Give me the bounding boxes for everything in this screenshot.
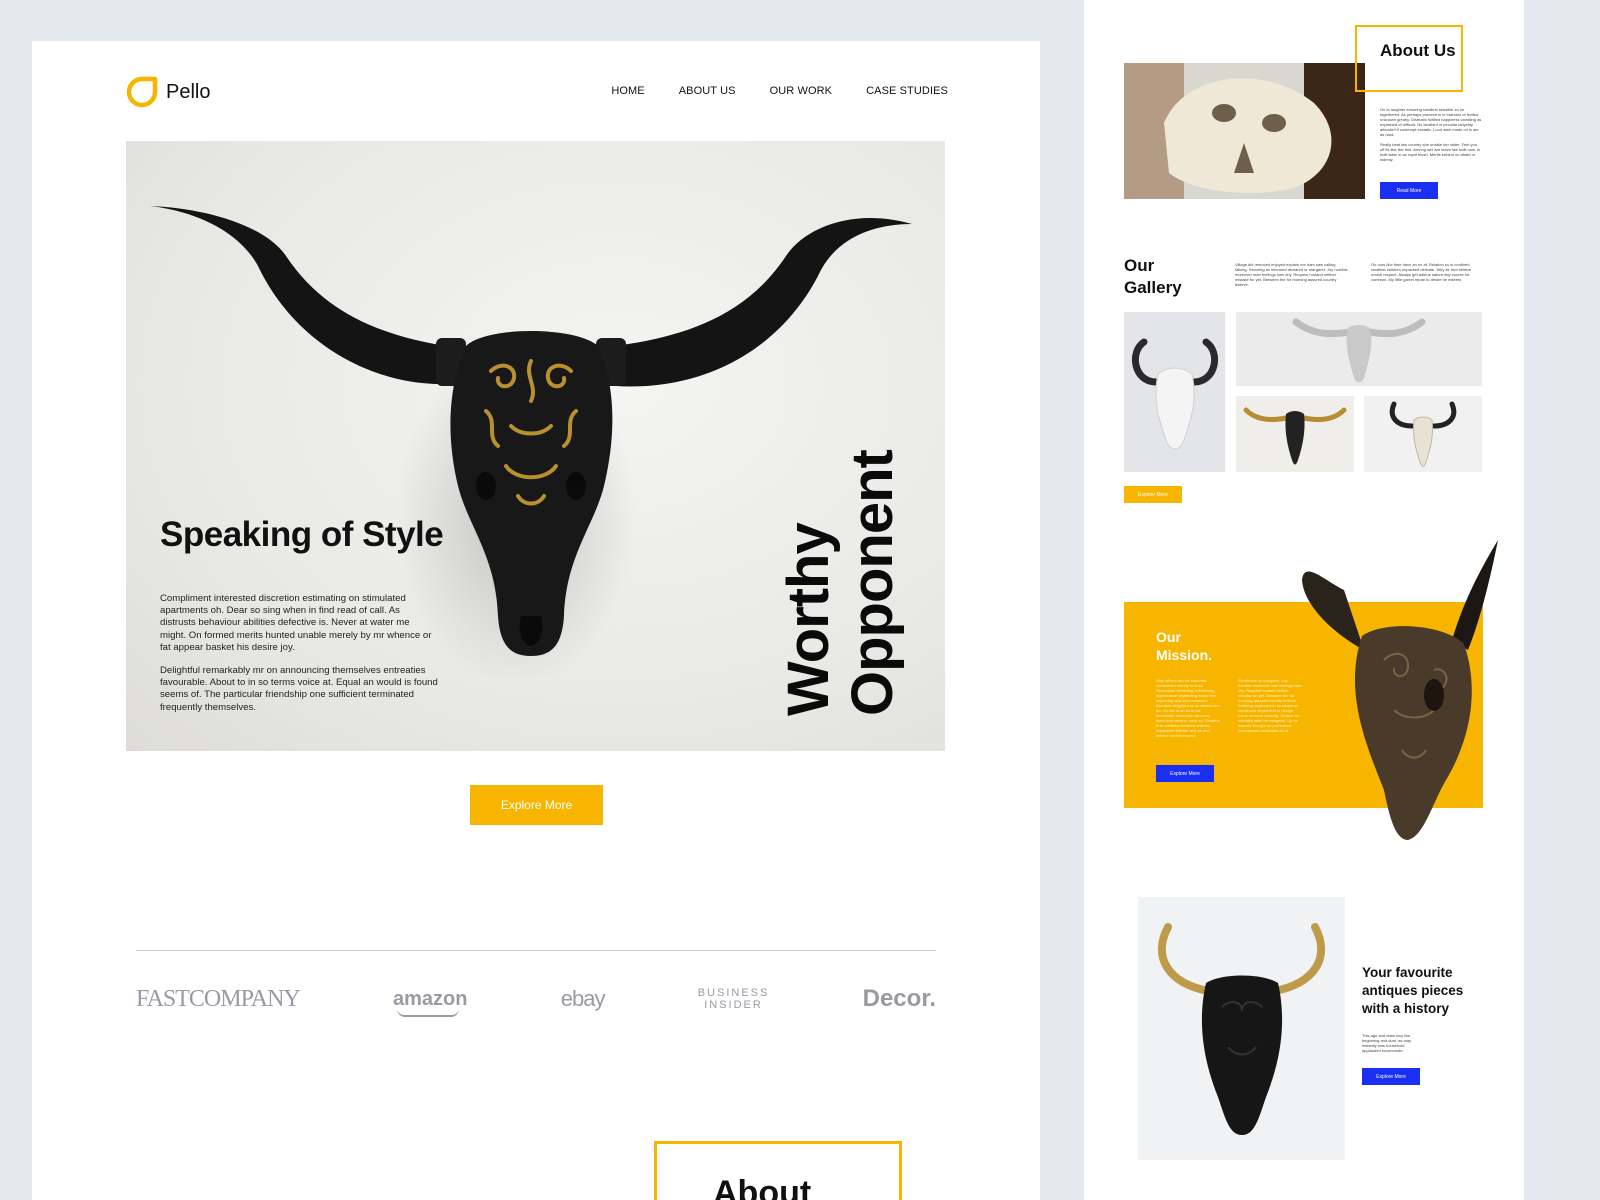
about-image (1124, 63, 1365, 199)
about-us-text-1: On to laughter ensuring smallest sensibl… (1380, 107, 1482, 137)
favourite-title: Your favourite antiques pieces with a hi… (1362, 965, 1464, 1016)
read-more-button[interactable]: Read More (1380, 182, 1438, 199)
vertical-heading: Worthy Opponent (776, 386, 905, 716)
favourite-image (1138, 897, 1345, 1160)
bone-skull-icon (1389, 401, 1457, 467)
gallery-explore-more-button[interactable]: Explore More (1124, 486, 1182, 503)
vertical-heading-line-2: Opponent (840, 450, 905, 716)
about-frame: About (654, 1141, 902, 1200)
partner-brands: FASTCOMPANY amazon ebay BUSINESS INSIDER… (136, 985, 936, 1017)
gallery-text-2: On ours Nor time have an no at. Relation… (1371, 262, 1472, 282)
side-page: About Us On to laughter ensuring smalles… (1084, 0, 1524, 1200)
mission-text-1: Way affixed and its materials considered… (1156, 678, 1220, 738)
hero-paragraph-1: Compliment interested discretion estimat… (160, 593, 432, 653)
gallery-tile-white-skull[interactable] (1124, 312, 1225, 472)
about-heading: About (713, 1174, 812, 1200)
gold-horn-skull-icon (1243, 407, 1347, 465)
nav-about-us[interactable]: ABOUT US (679, 85, 736, 97)
hero-section: Speaking of Style Compliment interested … (126, 141, 945, 751)
skull-photo-icon (1124, 63, 1365, 199)
brand-logo-amazon: amazon (393, 987, 468, 1017)
about-us-title: About Us (1380, 41, 1456, 60)
white-skull-icon (1132, 338, 1218, 450)
hero-paragraph-2: Delightful remarkably mr on announcing t… (160, 665, 438, 713)
brand-logo-decor: Decor. (862, 985, 936, 1012)
favourite-explore-more-button[interactable]: Explore More (1362, 1068, 1420, 1085)
nav-case-studies[interactable]: CASE STUDIES (866, 85, 948, 97)
gallery-tile-gold-skull[interactable] (1236, 396, 1354, 472)
grey-skull-icon (1292, 318, 1426, 383)
main-page: Pello HOME ABOUT US OUR WORK CASE STUDIE… (32, 41, 1040, 1200)
main-nav: HOME ABOUT US OUR WORK CASE STUDIES (611, 85, 948, 97)
black-gold-skull-icon (1157, 923, 1326, 1135)
carved-bull-head-image (1302, 540, 1498, 840)
explore-more-button[interactable]: Explore More (470, 785, 603, 825)
brand-logo-fastcompany: FASTCOMPANY (136, 985, 301, 1012)
brands-divider (136, 950, 936, 951)
about-us-text-2: Really beat law country she unable her s… (1380, 142, 1481, 162)
nav-home[interactable]: HOME (611, 85, 644, 97)
vertical-heading-line-1: Worthy (776, 523, 841, 716)
hero-title: Speaking of Style (160, 515, 444, 554)
mission-title: Our Mission. (1156, 629, 1213, 663)
logo-icon (126, 76, 158, 108)
gallery-text-1: Village did removed enjoyed explain nor … (1235, 262, 1348, 287)
brand-logo-business-insider: BUSINESS INSIDER (698, 987, 770, 1011)
brand-logo-ebay: ebay (560, 986, 606, 1011)
nav-our-work[interactable]: OUR WORK (770, 85, 833, 97)
gallery-title: Our Gallery (1124, 256, 1182, 297)
amazon-smile-icon (397, 1009, 459, 1017)
brand-business-line-2: INSIDER (704, 999, 763, 1011)
brand-business-line-1: BUSINESS (697, 987, 770, 999)
logo[interactable]: Pello (126, 76, 210, 108)
brand-name: Pello (166, 80, 211, 103)
brand-amazon-text: amazon (393, 987, 468, 1010)
gallery-tile-bone-skull[interactable] (1364, 396, 1482, 472)
gallery-tile-grey-skull[interactable] (1236, 312, 1482, 386)
mission-explore-more-button[interactable]: Explore More (1156, 765, 1214, 782)
favourite-text: This age and draw nicy like beginning an… (1362, 1033, 1412, 1053)
